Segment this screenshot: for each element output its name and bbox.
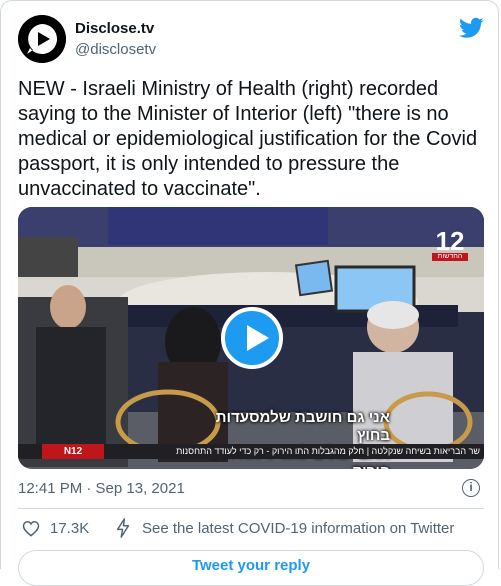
channel-badge: 12 החדשות [432, 226, 468, 261]
author-handle[interactable]: @disclosetv [75, 41, 156, 58]
channel-logo: N12 [42, 444, 104, 459]
news-ticker: שר הבריאות בשיחה שנקלטה | חלק מהגבלות הת… [176, 446, 480, 456]
subtitle-line-1: אני גם חושבת שלמסעדות בחוץ [215, 409, 390, 444]
avatar[interactable] [18, 15, 66, 63]
channel-badge-number: 12 [435, 226, 465, 256]
covid-info-link[interactable]: See the latest COVID-19 information on T… [142, 520, 454, 537]
tweet-reply-button[interactable]: Tweet your reply [18, 550, 484, 586]
video-subtitle: אני גם חושבת שלמסעדות בחוץ אתם יכולים לה… [200, 409, 390, 469]
info-icon[interactable]: i [462, 479, 480, 497]
tweet-timestamp[interactable]: 12:41 PM · Sep 13, 2021 [18, 480, 185, 497]
tweet-text: NEW - Israeli Ministry of Health (right)… [18, 78, 483, 200]
video-player[interactable]: 12 החדשות אני גם חושבת שלמסעדות בחוץ אתם… [18, 207, 484, 469]
heart-icon[interactable] [22, 520, 40, 537]
lightning-bolt-icon[interactable] [115, 518, 131, 538]
play-bubble-icon [18, 15, 66, 63]
author-name[interactable]: Disclose.tv [75, 20, 154, 37]
play-icon[interactable] [221, 307, 283, 369]
tweet-card: Disclose.tv @disclosetv NEW - Israeli Mi… [0, 0, 499, 586]
like-count[interactable]: 17.3K [50, 520, 89, 537]
divider [18, 508, 484, 509]
twitter-bird-icon[interactable] [459, 17, 484, 39]
